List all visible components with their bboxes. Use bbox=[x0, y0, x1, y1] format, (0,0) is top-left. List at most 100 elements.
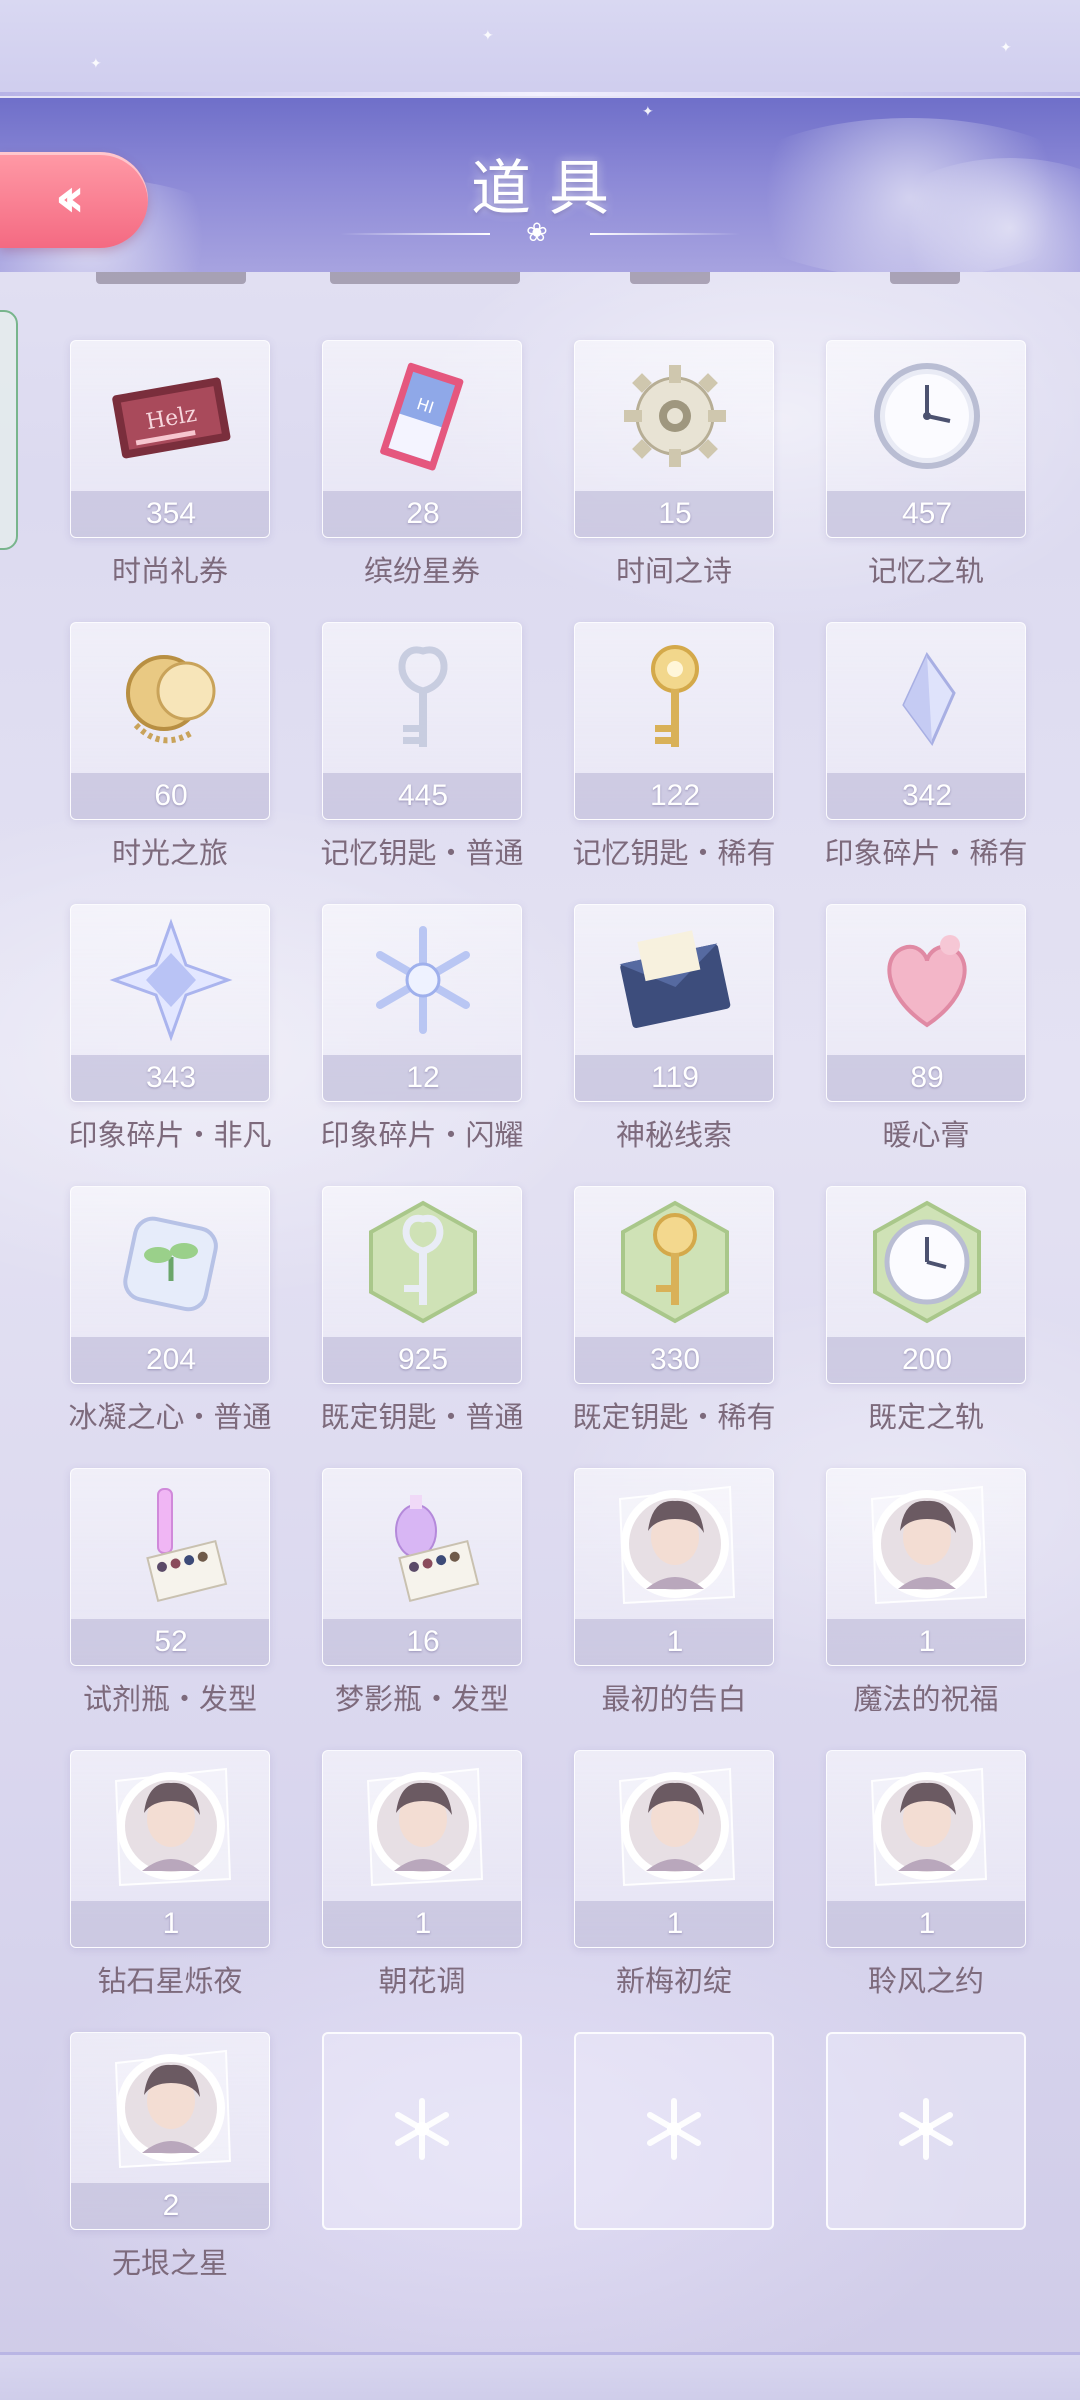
item-card[interactable]: 342 bbox=[826, 622, 1026, 820]
item-card[interactable]: 330 bbox=[574, 1186, 774, 1384]
item-card[interactable]: 343 bbox=[70, 904, 270, 1102]
item-slot[interactable]: 1 最初的告白 bbox=[574, 1468, 774, 1716]
item-slot[interactable]: 200 既定之轨 bbox=[826, 1186, 1026, 1434]
item-name: 梦影瓶・发型 bbox=[334, 1682, 509, 1716]
golden-key-hexagon-icon bbox=[575, 1187, 773, 1337]
snowflake-placeholder-icon bbox=[861, 2064, 991, 2198]
empty-slot-card bbox=[574, 2032, 774, 2230]
item-count: 330 bbox=[575, 1337, 773, 1383]
crystal-shard-icon bbox=[827, 623, 1025, 773]
portrait-medallion-icon bbox=[323, 1751, 521, 1901]
item-card[interactable]: 1 bbox=[826, 1750, 1026, 1948]
empty-slot-card bbox=[826, 2032, 1026, 2230]
item-slot[interactable]: 1 魔法的祝福 bbox=[826, 1468, 1026, 1716]
portrait-medallion-icon bbox=[827, 1751, 1025, 1901]
item-card[interactable]: 12 bbox=[322, 904, 522, 1102]
bottom-border bbox=[0, 2352, 1080, 2400]
item-card[interactable]: 2 bbox=[70, 2032, 270, 2230]
item-slot[interactable]: 16 梦影瓶・发型 bbox=[322, 1468, 522, 1716]
portrait-medallion-icon bbox=[575, 1751, 773, 1901]
item-slot[interactable]: 342 印象碎片・稀有 bbox=[824, 622, 1028, 870]
empty-slot bbox=[574, 2032, 774, 2272]
item-count: 122 bbox=[575, 773, 773, 819]
fashion-voucher-card-icon: Helz bbox=[71, 341, 269, 491]
item-name: 无垠之星 bbox=[111, 2246, 228, 2280]
gear-icon bbox=[575, 341, 773, 491]
item-slot[interactable]: Helz 354 时尚礼券 bbox=[70, 340, 270, 588]
item-name: 记忆之轨 bbox=[867, 554, 984, 588]
item-card[interactable]: 457 bbox=[826, 340, 1026, 538]
item-count: 925 bbox=[323, 1337, 521, 1383]
empty-slot bbox=[826, 2032, 1026, 2272]
golden-key-icon bbox=[575, 623, 773, 773]
item-slot[interactable]: 925 既定钥匙・普通 bbox=[320, 1186, 524, 1434]
item-slot[interactable]: 1 新梅初绽 bbox=[574, 1750, 774, 1998]
item-card[interactable]: 89 bbox=[826, 904, 1026, 1102]
item-slot[interactable]: 330 既定钥匙・稀有 bbox=[572, 1186, 776, 1434]
item-slot[interactable]: 89 暖心膏 bbox=[826, 904, 1026, 1152]
star-ticket-icon: HI bbox=[323, 341, 521, 491]
item-card[interactable]: 200 bbox=[826, 1186, 1026, 1384]
item-name: 印象碎片・稀有 bbox=[824, 836, 1028, 870]
item-slot[interactable]: 445 记忆钥匙・普通 bbox=[320, 622, 524, 870]
item-card[interactable]: 1 bbox=[574, 1750, 774, 1948]
item-name: 魔法的祝福 bbox=[853, 1682, 999, 1716]
item-card[interactable]: 1 bbox=[574, 1468, 774, 1666]
item-name: 既定钥匙・普通 bbox=[320, 1400, 524, 1434]
item-name: 试剂瓶・发型 bbox=[82, 1682, 257, 1716]
item-card[interactable]: 1 bbox=[70, 1750, 270, 1948]
item-slot[interactable]: 1 聆风之约 bbox=[826, 1750, 1026, 1998]
item-card[interactable]: 119 bbox=[574, 904, 774, 1102]
item-slot[interactable]: 122 记忆钥匙・稀有 bbox=[572, 622, 776, 870]
item-name: 暖心膏 bbox=[882, 1118, 970, 1152]
dream-bottle-icon bbox=[323, 1469, 521, 1619]
item-slot[interactable]: 60 时光之旅 bbox=[70, 622, 270, 870]
item-slot[interactable]: 1 朝花调 bbox=[322, 1750, 522, 1998]
portrait-medallion-icon bbox=[71, 2033, 269, 2183]
item-slot[interactable]: 204 冰凝之心・普通 bbox=[68, 1186, 272, 1434]
item-card[interactable]: 1 bbox=[826, 1468, 1026, 1666]
item-card[interactable]: 1 bbox=[322, 1750, 522, 1948]
reagent-bottle-icon bbox=[71, 1469, 269, 1619]
item-card[interactable]: 52 bbox=[70, 1468, 270, 1666]
item-count: 204 bbox=[71, 1337, 269, 1383]
golden-clockwork-icon bbox=[71, 623, 269, 773]
item-card[interactable]: HI 28 bbox=[322, 340, 522, 538]
item-slot[interactable]: 12 印象碎片・闪耀 bbox=[320, 904, 524, 1152]
item-grid: Helz 354 时尚礼券 HI 28 缤纷星券 15 时间之诗 457 记忆之轨 60 时光之旅 44… bbox=[0, 0, 1080, 2400]
item-name: 钻石星烁夜 bbox=[97, 1964, 243, 1998]
snowflake-placeholder-icon bbox=[609, 2064, 739, 2198]
item-slot[interactable]: 2 无垠之星 bbox=[70, 2032, 270, 2280]
item-name: 最初的告白 bbox=[601, 1682, 747, 1716]
item-slot[interactable]: 457 记忆之轨 bbox=[826, 340, 1026, 588]
item-slot[interactable]: 1 钻石星烁夜 bbox=[70, 1750, 270, 1998]
snowflake-placeholder-icon bbox=[357, 2064, 487, 2198]
item-slot[interactable]: 52 试剂瓶・发型 bbox=[70, 1468, 270, 1716]
item-card[interactable]: 122 bbox=[574, 622, 774, 820]
item-count: 28 bbox=[323, 491, 521, 537]
portrait-medallion-icon bbox=[827, 1469, 1025, 1619]
item-count: 52 bbox=[71, 1619, 269, 1665]
item-slot[interactable]: 119 神秘线索 bbox=[574, 904, 774, 1152]
item-count: 89 bbox=[827, 1055, 1025, 1101]
item-slot[interactable]: 15 时间之诗 bbox=[574, 340, 774, 588]
item-card[interactable]: Helz 354 bbox=[70, 340, 270, 538]
item-card[interactable]: 16 bbox=[322, 1468, 522, 1666]
item-slot[interactable]: 343 印象碎片・非凡 bbox=[68, 904, 272, 1152]
item-name: 时尚礼券 bbox=[111, 554, 228, 588]
item-slot[interactable]: HI 28 缤纷星券 bbox=[322, 340, 522, 588]
item-count: 354 bbox=[71, 491, 269, 537]
item-card[interactable]: 204 bbox=[70, 1186, 270, 1384]
snowflake-crystal-icon bbox=[323, 905, 521, 1055]
item-card[interactable]: 15 bbox=[574, 340, 774, 538]
ice-cube-sprout-icon bbox=[71, 1187, 269, 1337]
item-name: 新梅初绽 bbox=[615, 1964, 732, 1998]
item-count: 12 bbox=[323, 1055, 521, 1101]
item-card[interactable]: 925 bbox=[322, 1186, 522, 1384]
item-count: 1 bbox=[323, 1901, 521, 1947]
item-card[interactable]: 445 bbox=[322, 622, 522, 820]
silver-key-icon bbox=[323, 623, 521, 773]
item-name: 印象碎片・非凡 bbox=[68, 1118, 272, 1152]
item-name: 记忆钥匙・稀有 bbox=[572, 836, 776, 870]
item-card[interactable]: 60 bbox=[70, 622, 270, 820]
